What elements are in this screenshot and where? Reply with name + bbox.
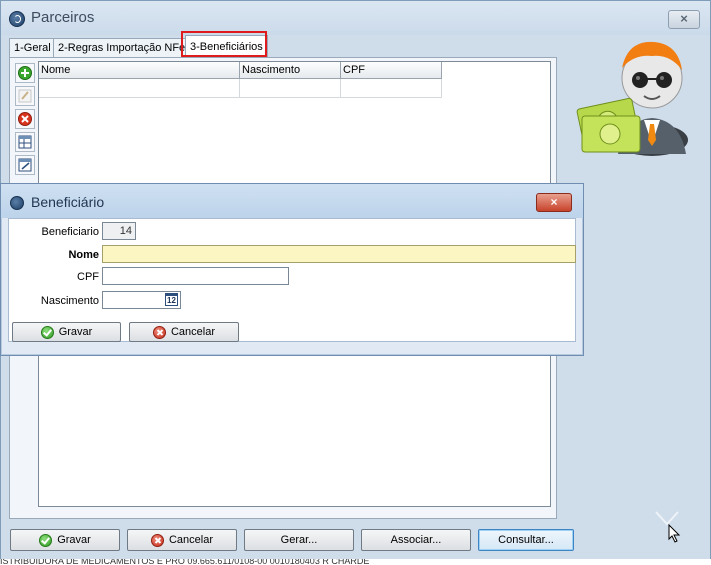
beneficiario-label: Beneficiario bbox=[41, 226, 99, 238]
check-icon bbox=[39, 533, 53, 547]
tab-geral[interactable]: 1-Geral bbox=[9, 38, 56, 57]
check-icon bbox=[40, 325, 54, 339]
dialog-close-button[interactable]: × bbox=[536, 193, 572, 212]
nascimento-label: Nascimento bbox=[40, 295, 99, 307]
cancel-button[interactable]: Cancelar bbox=[127, 529, 237, 551]
window-close-button[interactable]: × bbox=[668, 10, 700, 29]
beneficiario-id-field bbox=[102, 222, 136, 240]
user-avatar-icon bbox=[576, 41, 688, 156]
generate-button[interactable]: Gerar... bbox=[244, 529, 354, 551]
dialog-save-button[interactable]: Gravar bbox=[12, 322, 121, 342]
window-title: Parceiros bbox=[31, 9, 95, 26]
save-button[interactable]: Gravar bbox=[10, 529, 120, 551]
delete-red-icon bbox=[18, 112, 32, 126]
cancel-icon bbox=[152, 325, 166, 339]
column-header-nascimento[interactable]: Nascimento bbox=[240, 62, 341, 79]
add-green-icon bbox=[18, 66, 32, 80]
edit-icon bbox=[18, 89, 32, 103]
dialog-titlebar: Beneficiário × bbox=[1, 184, 583, 218]
table-button[interactable] bbox=[15, 132, 35, 152]
table-cell bbox=[341, 79, 442, 98]
app-logo-icon bbox=[10, 196, 24, 210]
background-list-row: ISTRIBUIDORA DE MEDICAMENTOS E PRO 09.66… bbox=[0, 559, 711, 565]
dialog-title: Beneficiário bbox=[31, 194, 105, 210]
beneficiario-dialog: Beneficiário × Beneficiario Nome CPF Nas… bbox=[0, 183, 584, 356]
column-header-cpf[interactable]: CPF bbox=[341, 62, 442, 79]
calendar-icon[interactable]: 12 bbox=[165, 293, 178, 306]
dialog-cancel-button[interactable]: Cancelar bbox=[129, 322, 239, 342]
cancel-icon bbox=[150, 533, 164, 547]
nome-label: Nome bbox=[68, 249, 99, 261]
add-button[interactable] bbox=[15, 63, 35, 83]
edit-list-icon bbox=[18, 158, 32, 172]
grid-header: Nome Nascimento CPF bbox=[39, 62, 442, 79]
table-row[interactable] bbox=[39, 79, 442, 98]
dialog-form: Beneficiario Nome CPF Nascimento 12 Grav… bbox=[8, 218, 576, 342]
edit-list-button[interactable] bbox=[15, 155, 35, 175]
nome-field[interactable] bbox=[102, 245, 576, 263]
dialog-cancel-label: Cancelar bbox=[170, 326, 216, 338]
tab-highlight-box bbox=[181, 31, 267, 57]
associate-button[interactable]: Associar... bbox=[361, 529, 471, 551]
column-header-nome[interactable]: Nome bbox=[39, 62, 240, 79]
app-logo-icon bbox=[9, 11, 25, 27]
dialog-save-label: Gravar bbox=[58, 326, 93, 338]
edit-button[interactable] bbox=[15, 86, 35, 106]
delete-button[interactable] bbox=[15, 109, 35, 129]
table-cell bbox=[240, 79, 341, 98]
cancel-label: Cancelar bbox=[168, 534, 214, 546]
query-button[interactable]: Consultar... bbox=[478, 529, 574, 551]
cpf-label: CPF bbox=[77, 271, 99, 283]
window-titlebar: Parceiros × bbox=[1, 1, 710, 35]
save-label: Gravar bbox=[57, 534, 91, 546]
cpf-field[interactable] bbox=[102, 267, 289, 285]
tab-regras-importacao[interactable]: 2-Regras Importação NFe bbox=[53, 38, 191, 57]
table-cell bbox=[39, 79, 240, 98]
table-icon bbox=[18, 135, 32, 149]
mouse-cursor-icon bbox=[668, 524, 681, 543]
